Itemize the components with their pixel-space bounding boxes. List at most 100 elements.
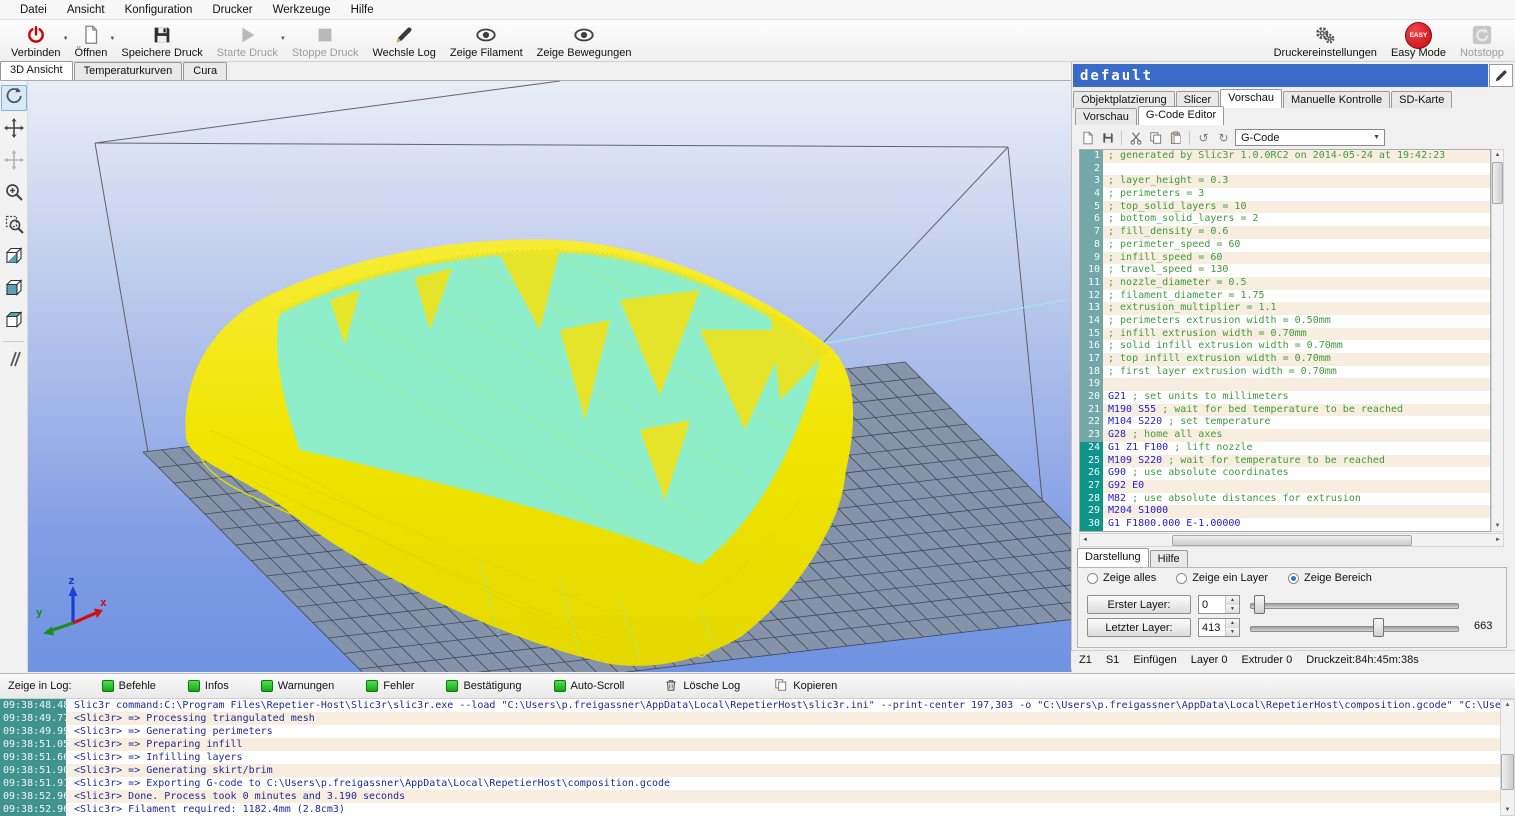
spin-down-icon[interactable]: ▼ <box>1226 628 1239 637</box>
radio-icon[interactable] <box>1288 573 1299 584</box>
speichere-druck-button[interactable]: Speichere Druck <box>114 20 209 61</box>
first-layer-value[interactable]: 0 <box>1199 596 1225 613</box>
last-layer-value[interactable]: 413 <box>1199 619 1225 636</box>
scroll-down-arrow-icon[interactable]: ▼ <box>1503 805 1513 815</box>
redo-icon[interactable]: ↻ <box>1215 129 1232 146</box>
iso-view-tool-button[interactable] <box>1 245 27 271</box>
menu-drucker[interactable]: Drucker <box>202 2 262 18</box>
verbinden-button[interactable]: ▼Verbinden <box>4 20 68 61</box>
log-vertical-scrollbar[interactable]: ▲ ▼ <box>1500 699 1515 816</box>
menu-ansicht[interactable]: Ansicht <box>57 2 115 18</box>
editor-horizontal-scrollbar[interactable]: ◄ ► <box>1079 533 1504 547</box>
paste-icon[interactable] <box>1167 129 1184 146</box>
first-layer-button[interactable]: Erster Layer: <box>1087 595 1191 614</box>
tab-vorschau[interactable]: Vorschau <box>1220 89 1282 108</box>
spin-up-icon[interactable]: ▲ <box>1226 619 1239 628</box>
tab-3d-ansicht[interactable]: 3D Ansicht <box>0 61 73 80</box>
toolbar-left-group: ▼Verbinden▼ÖffnenSpeichere Druck▼Starte … <box>4 20 638 61</box>
scroll-left-arrow-icon[interactable]: ◄ <box>1080 535 1090 545</box>
subtab-g-code-editor[interactable]: G-Code Editor <box>1138 106 1224 125</box>
editor-hscroll-thumb[interactable] <box>1172 535 1412 546</box>
top-view-tool-button[interactable] <box>1 309 27 335</box>
scroll-right-arrow-icon[interactable]: ► <box>1493 535 1503 545</box>
edit-printer-button[interactable] <box>1489 64 1513 87</box>
first-layer-spinner[interactable]: 0 ▲▼ <box>1198 595 1240 614</box>
tab-sd-karte[interactable]: SD-Karte <box>1391 91 1452 108</box>
easy-mode-button[interactable]: EASYEasy Mode <box>1384 20 1453 61</box>
first-layer-slider-thumb[interactable] <box>1254 595 1265 614</box>
log-toggle-best-tigung[interactable]: Bestätigung <box>446 680 521 692</box>
radio-zeige-alles[interactable]: Zeige alles <box>1087 572 1156 584</box>
fit-view-tool-button[interactable] <box>1 213 27 239</box>
gcode-line: 12; filament_diameter = 1.75 <box>1080 290 1490 303</box>
tab-temperaturkurven[interactable]: Temperaturkurven <box>74 62 183 80</box>
menu-hilfe[interactable]: Hilfe <box>341 2 384 18</box>
line-number: 28 <box>1080 493 1103 506</box>
starte-druck-button[interactable]: ▼Starte Druck <box>210 20 285 61</box>
zeige-bewegungen-button[interactable]: Zeige Bewegungen <box>530 20 639 61</box>
new-file-icon[interactable] <box>1079 129 1096 146</box>
last-layer-spinner[interactable]: 413 ▲▼ <box>1198 618 1240 637</box>
last-layer-slider-thumb[interactable] <box>1373 618 1384 637</box>
menu-werkzeuge[interactable]: Werkzeuge <box>263 2 341 18</box>
last-layer-button[interactable]: Letzter Layer: <box>1087 618 1191 637</box>
zoom-tool-button[interactable] <box>1 181 27 207</box>
3d-viewport[interactable]: z y x <box>28 81 1071 672</box>
first-layer-slider[interactable] <box>1250 595 1459 614</box>
notstopp-button[interactable]: Notstopp <box>1453 20 1511 61</box>
parallel-projection-tool-button[interactable] <box>1 348 27 374</box>
log-toggle-warnungen[interactable]: Warnungen <box>261 680 334 692</box>
log-toggle-auto-scroll[interactable]: Auto-Scroll <box>554 680 625 692</box>
scroll-down-arrow-icon[interactable]: ▼ <box>1493 521 1503 531</box>
move-viewpoint-tool-button[interactable] <box>1 149 27 175</box>
log-message: <Slic3r> => Generating skirt/brim <box>66 764 273 777</box>
log-scroll-thumb[interactable] <box>1501 754 1514 790</box>
radio-icon[interactable] <box>1176 573 1187 584</box>
scroll-up-arrow-icon[interactable]: ▲ <box>1493 150 1503 160</box>
save-icon[interactable] <box>1099 129 1116 146</box>
action-label: Kopieren <box>793 680 837 692</box>
toggle-label: Bestätigung <box>463 680 521 692</box>
kopieren-button[interactable]: Kopieren <box>774 678 837 695</box>
radio-zeige-bereich[interactable]: Zeige Bereich <box>1288 572 1372 584</box>
move-object-tool-button[interactable] <box>1 117 27 143</box>
l-sche-log-button[interactable]: Lösche Log <box>664 678 740 695</box>
gcode-type-dropdown[interactable]: G-Code▼ <box>1235 129 1385 146</box>
line-number: 22 <box>1080 416 1103 429</box>
last-layer-slider[interactable] <box>1250 618 1459 637</box>
3d-scene-canvas: z y x <box>28 81 1071 672</box>
cut-icon[interactable] <box>1127 129 1144 146</box>
slider-track[interactable] <box>1250 603 1459 609</box>
top-view-icon <box>4 310 24 335</box>
tab-cura[interactable]: Cura <box>183 62 227 80</box>
stoppe-druck-button[interactable]: Stoppe Druck <box>285 20 366 61</box>
radio-icon[interactable] <box>1087 573 1098 584</box>
spin-down-icon[interactable]: ▼ <box>1226 605 1239 614</box>
front-view-tool-button[interactable] <box>1 277 27 303</box>
gcode-editor[interactable]: 1; generated by Slic3r 1.0.0RC2 on 2014-… <box>1079 149 1491 532</box>
editor-vertical-scrollbar[interactable]: ▲ ▼ <box>1491 149 1504 532</box>
slider-track[interactable] <box>1250 626 1459 632</box>
radio-zeige-ein-layer[interactable]: Zeige ein Layer <box>1176 572 1268 584</box>
tab-darstellung[interactable]: Darstellung <box>1077 548 1149 567</box>
wechsle-log-button[interactable]: Wechsle Log <box>366 20 443 61</box>
menu-konfiguration[interactable]: Konfiguration <box>115 2 203 18</box>
ffnen-button[interactable]: ▼Öffnen <box>68 20 115 61</box>
rotate-tool-button[interactable] <box>1 85 27 111</box>
scroll-up-arrow-icon[interactable]: ▲ <box>1503 700 1513 710</box>
tab-manuelle-kontrolle[interactable]: Manuelle Kontrolle <box>1283 91 1390 108</box>
undo-icon[interactable]: ↺ <box>1195 129 1212 146</box>
log-toggle-infos[interactable]: Infos <box>188 680 229 692</box>
copy-icon[interactable] <box>1147 129 1164 146</box>
spin-up-icon[interactable]: ▲ <box>1226 596 1239 605</box>
editor-scroll-thumb[interactable] <box>1492 162 1503 204</box>
tab-hilfe[interactable]: Hilfe <box>1150 550 1188 567</box>
druckereinstellungen-button[interactable]: Druckereinstellungen <box>1267 20 1384 61</box>
green-led-icon <box>446 680 458 692</box>
menu-datei[interactable]: Datei <box>10 2 57 18</box>
zeige-filament-button[interactable]: Zeige Filament <box>443 20 530 61</box>
log-toggle-fehler[interactable]: Fehler <box>366 680 414 692</box>
radio-label: Zeige alles <box>1103 572 1156 584</box>
subtab-vorschau[interactable]: Vorschau <box>1075 108 1137 125</box>
log-toggle-befehle[interactable]: Befehle <box>102 680 156 692</box>
